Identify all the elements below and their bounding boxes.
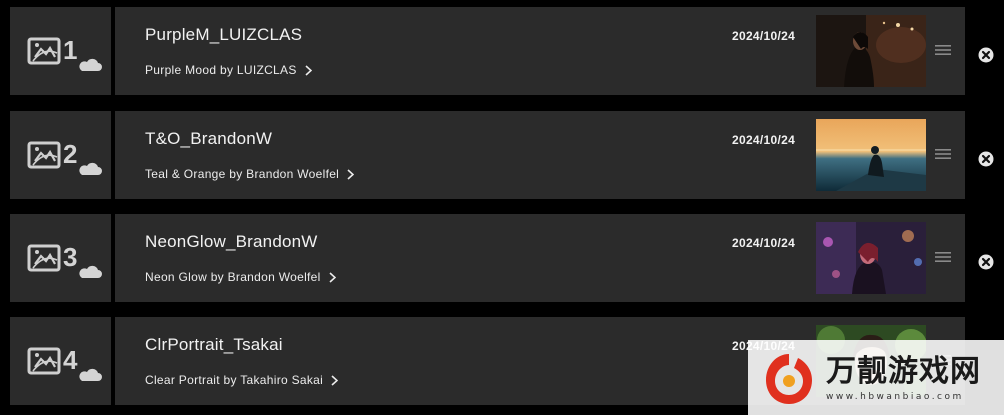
preset-date: 2024/10/24 [732,133,796,147]
preset-date: 2024/10/24 [732,236,796,250]
site-watermark: 万靓游戏网 www.hbwanbiao.com [748,340,1004,415]
preset-slot-2[interactable]: 2 [10,111,111,199]
preset-slot-1[interactable]: 1 [10,7,111,95]
preset-description: Clear Portrait by Takahiro Sakai [145,373,324,387]
svg-text:4: 4 [63,345,78,375]
svg-text:2: 2 [63,139,77,169]
cloud-icon [79,58,102,71]
preset-description-link[interactable]: Teal & Orange by Brandon Woelfel [145,167,355,181]
preset-thumbnail [816,119,926,191]
preset-row: 3 NeonGlow_BrandonW Neon Glow by Brandon… [0,214,1004,304]
preset-thumbnail [816,222,926,294]
preset-name: ClrPortrait_Tsakai [145,335,283,354]
close-icon[interactable] [978,254,994,270]
close-icon[interactable] [978,151,994,167]
preset-description-link[interactable]: Purple Mood by LUIZCLAS [145,63,312,77]
preset-description: Teal & Orange by Brandon Woelfel [145,167,340,181]
picture-style-icon: 2 [27,139,102,175]
preset-name: T&O_BrandonW [145,129,273,148]
preset-date: 2024/10/24 [732,29,796,43]
picture-style-icon: 1 [27,35,102,71]
watermark-url: www.hbwanbiao.com [826,392,964,402]
preset-description-link[interactable]: Neon Glow by Brandon Woelfel [145,270,336,284]
svg-text:3: 3 [63,242,77,272]
preset-slot-3[interactable]: 3 [10,214,111,302]
chevron-right-icon [305,64,312,76]
preset-card[interactable]: NeonGlow_BrandonW Neon Glow by Brandon W… [115,214,965,302]
chevron-right-icon [347,168,355,180]
chevron-right-icon [331,374,339,386]
preset-name: PurpleM_LUIZCLAS [145,25,303,44]
chevron-right-icon [329,271,336,283]
preset-description-link[interactable]: Clear Portrait by Takahiro Sakai [145,373,339,387]
cloud-icon [79,265,102,278]
preset-card[interactable]: PurpleM_LUIZCLAS Purple Mood by LUIZCLAS… [115,7,965,95]
cloud-icon [79,162,102,175]
drag-handle-icon[interactable] [935,44,951,56]
preset-card[interactable]: T&O_BrandonW Teal & Orange by Brandon Wo… [115,111,965,199]
watermark-title: 万靓游戏网 [826,354,981,389]
preset-description: Neon Glow by Brandon Woelfel [145,270,321,284]
preset-row: 1 PurpleM_LUIZCLAS Purple Mood by LUIZCL… [0,7,1004,97]
picture-style-icon: 3 [27,242,102,278]
picture-style-icon: 4 [27,345,102,381]
preset-row: 2 T&O_BrandonW Teal & Orange by Brandon … [0,111,1004,201]
watermark-logo-icon [766,354,812,404]
svg-text:1: 1 [63,35,77,65]
preset-description: Purple Mood by LUIZCLAS [145,63,297,77]
preset-thumbnail [816,15,926,87]
drag-handle-icon[interactable] [935,148,951,160]
cloud-icon [79,368,102,381]
preset-slot-4[interactable]: 4 [10,317,111,405]
drag-handle-icon[interactable] [935,251,951,263]
close-icon[interactable] [978,47,994,63]
preset-name: NeonGlow_BrandonW [145,232,318,251]
